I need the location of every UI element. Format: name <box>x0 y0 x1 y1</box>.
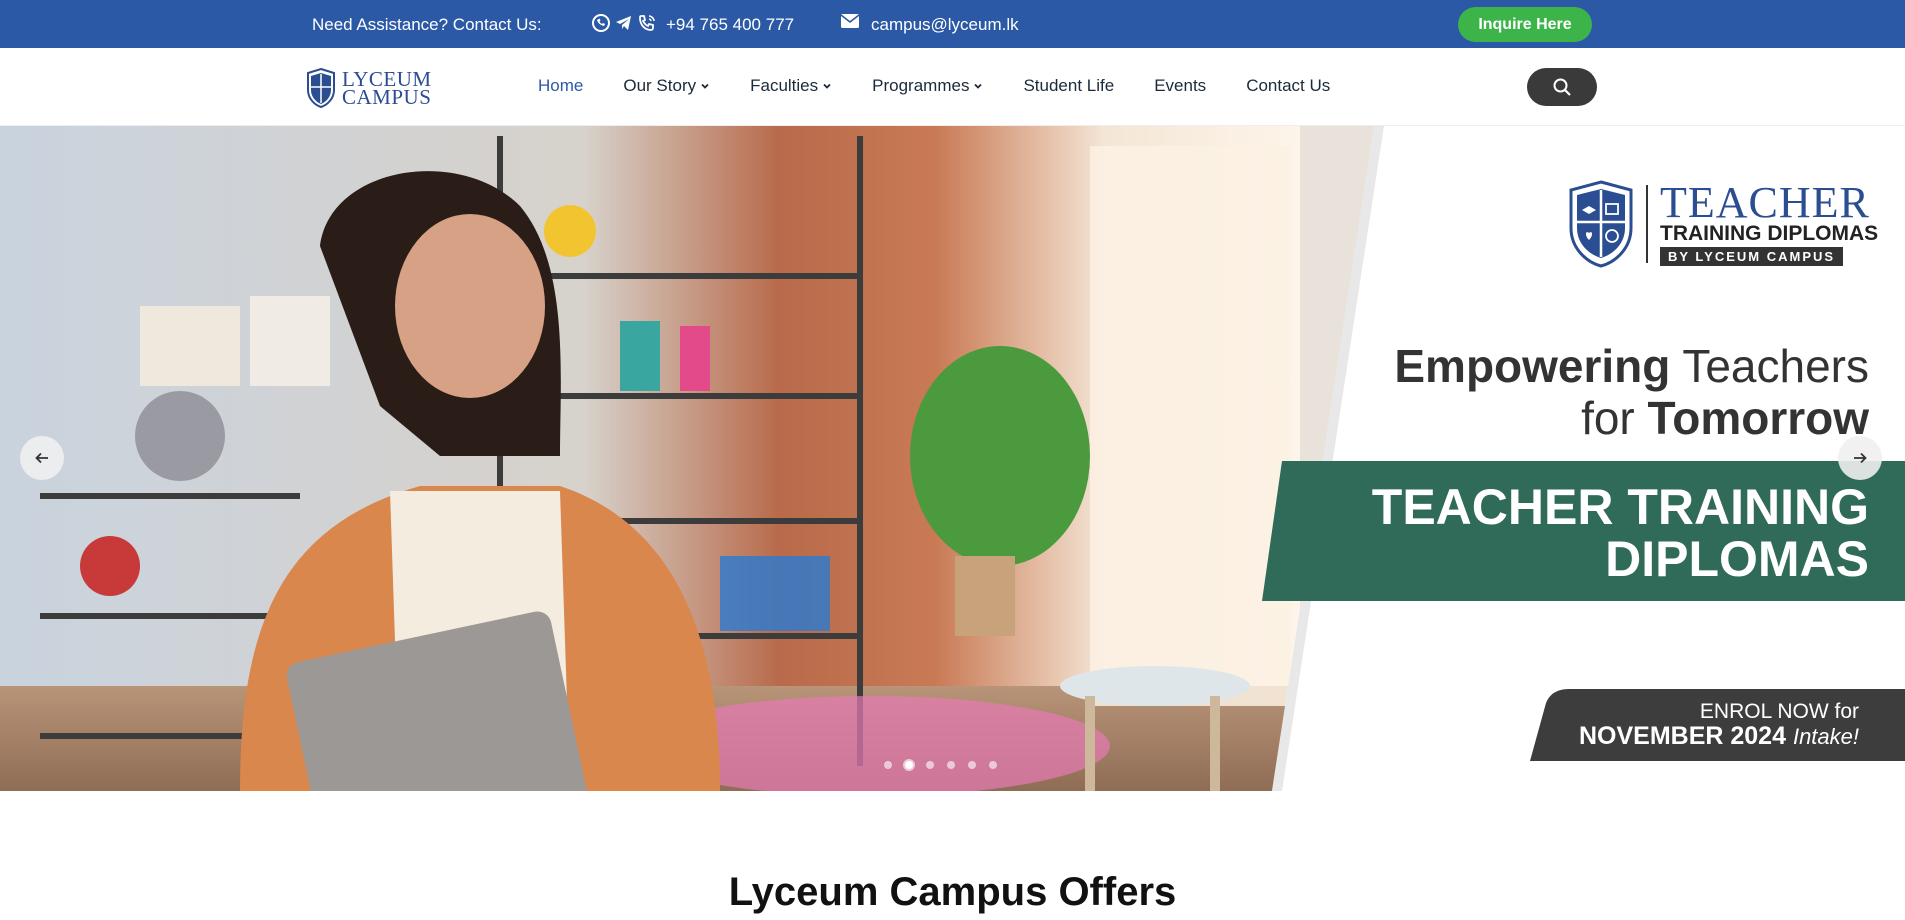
program-title-line-1: TEACHER TRAINING <box>1371 479 1869 535</box>
arrow-right-icon <box>1854 452 1867 464</box>
nav-menu: Home Our Story Faculties Programmes Stud… <box>538 76 1370 96</box>
slider-dot-6[interactable] <box>989 761 997 769</box>
enrol-text: ENROL NOW for NOVEMBER 2024 Intake! <box>1579 699 1859 749</box>
nav-item-faculties[interactable]: Faculties <box>750 76 832 96</box>
assistance-text: Need Assistance? Contact Us: <box>312 15 542 34</box>
nav-item-student-life[interactable]: Student Life <box>1023 76 1114 96</box>
brand-divider <box>1646 185 1648 263</box>
nav-item-contact-us[interactable]: Contact Us <box>1246 76 1330 96</box>
chevron-down-icon <box>701 83 709 89</box>
program-title: TEACHER TRAINING DIPLOMAS <box>1372 481 1869 585</box>
slider-next-button[interactable] <box>1838 436 1882 480</box>
enrol-line-1: ENROL NOW for <box>1699 700 1859 723</box>
nav-item-our-story[interactable]: Our Story <box>623 76 710 96</box>
program-title-line-2: DIPLOMAS <box>1605 531 1869 587</box>
top-contact-bar: Need Assistance? Contact Us: +94 765 400… <box>0 0 1905 48</box>
brand-shield-icon <box>1569 180 1633 268</box>
telegram-icon[interactable] <box>614 13 634 33</box>
search-button[interactable] <box>1527 68 1597 106</box>
slider-dot-1[interactable] <box>884 761 892 769</box>
enrol-line-2: NOVEMBER 2024 <box>1578 722 1786 750</box>
slider-dot-2[interactable] <box>905 761 913 769</box>
inquire-here-button[interactable]: Inquire Here <box>1458 7 1592 42</box>
hero-slider: TEACHER TRAINING DIPLOMAS BY LYCEUM CAMP… <box>0 126 1905 791</box>
nav-item-label: Events <box>1154 76 1207 95</box>
nav-item-label: Contact Us <box>1246 76 1331 95</box>
hero-tagline: Empowering Teachers for Tomorrow <box>1394 340 1869 444</box>
lyceum-campus-logo[interactable]: LYCEUM CAMPUS <box>306 67 432 109</box>
slider-prev-button[interactable] <box>20 436 64 480</box>
section-title: Lyceum Campus Offers <box>728 870 1177 914</box>
teacher-training-brand: TEACHER TRAINING DIPLOMAS BY LYCEUM CAMP… <box>1568 180 1878 268</box>
chevron-down-icon <box>974 83 983 89</box>
nav-item-label: Home <box>538 76 584 95</box>
slider-dot-3[interactable] <box>926 761 934 769</box>
arrow-left-icon <box>35 452 48 464</box>
brand-title: TEACHER <box>1660 177 1870 227</box>
search-icon <box>1553 78 1571 96</box>
slider-dots <box>884 761 997 769</box>
nav-item-label: Our Story <box>623 76 697 95</box>
nav-item-label: Programmes <box>872 76 970 95</box>
nav-item-home[interactable]: Home <box>538 76 583 96</box>
nav-item-label: Student Life <box>1023 76 1115 95</box>
slider-dot-5[interactable] <box>968 761 976 769</box>
nav-item-label: Faculties <box>750 76 819 95</box>
whatsapp-icon[interactable] <box>591 13 611 33</box>
main-navigation: LYCEUM CAMPUS Home Our Story Faculties P… <box>0 48 1905 126</box>
tagline-word-for: for <box>1581 392 1648 444</box>
social-icons <box>591 13 657 33</box>
logo-line-2: CAMPUS <box>342 85 432 109</box>
tagline-word-tomorrow: Tomorrow <box>1647 392 1869 444</box>
enrol-line-2-suffix: Intake! <box>1792 724 1859 749</box>
phone-icon[interactable] <box>637 13 657 33</box>
email-address[interactable]: campus@lyceum.lk <box>871 15 1019 35</box>
brand-subtitle: TRAINING DIPLOMAS <box>1660 221 1879 245</box>
phone-number[interactable]: +94 765 400 777 <box>666 15 794 35</box>
logo-shield-icon <box>307 68 335 108</box>
chevron-down-icon <box>823 83 831 89</box>
tagline-word-empowering: Empowering <box>1394 340 1671 392</box>
brand-byline: BY LYCEUM CAMPUS <box>1660 246 1844 266</box>
email-icon <box>840 13 860 29</box>
slider-dot-4[interactable] <box>947 761 955 769</box>
nav-item-programmes[interactable]: Programmes <box>872 76 983 96</box>
tagline-word-teachers: Teachers <box>1670 340 1869 392</box>
nav-item-events[interactable]: Events <box>1154 76 1206 96</box>
